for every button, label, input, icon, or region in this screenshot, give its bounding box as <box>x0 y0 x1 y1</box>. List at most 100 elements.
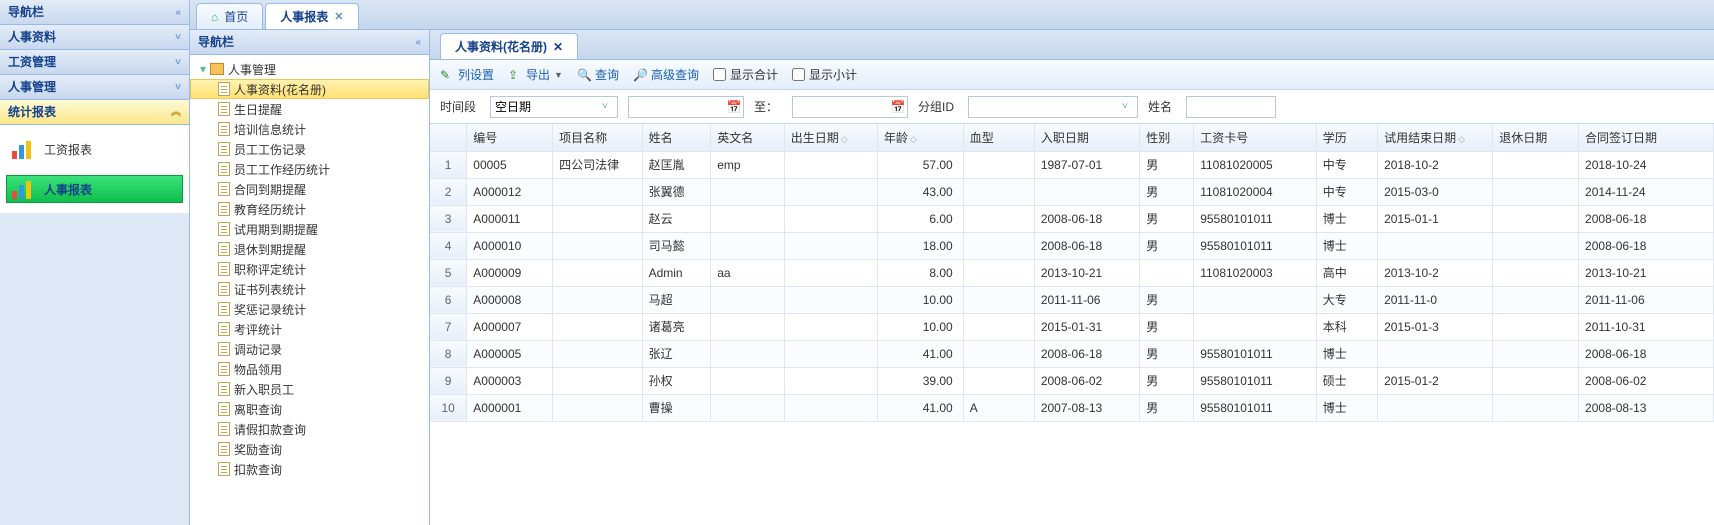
date-to-field[interactable]: 📅 <box>792 96 908 118</box>
tree-item[interactable]: 职称评定统计 <box>190 259 429 279</box>
column-header[interactable]: 项目名称 <box>553 124 643 151</box>
accordion-section[interactable]: 统计报表 <box>0 100 189 125</box>
tree-item[interactable]: 奖励查询 <box>190 439 429 459</box>
expander-icon[interactable]: ▾ <box>198 62 208 76</box>
table-row[interactable]: 6A000008马超10.002011-11-06男大专2011-11-0201… <box>430 286 1714 313</box>
column-header[interactable]: 退休日期 <box>1493 124 1579 151</box>
date-to-input[interactable] <box>793 97 889 117</box>
table-row[interactable]: 7A000007诸葛亮10.002015-01-31男本科2015-01-320… <box>430 313 1714 340</box>
report-item[interactable]: 工资报表 <box>6 135 183 163</box>
group-id-input[interactable] <box>973 97 1119 117</box>
collapse-sidebar-icon[interactable] <box>175 0 181 25</box>
show-total-input[interactable] <box>713 68 726 81</box>
tree-panel-header[interactable]: 导航栏 <box>190 30 429 55</box>
accordion-section[interactable]: 人事管理 <box>0 75 189 100</box>
data-grid[interactable]: 编号项目名称姓名英文名出生日期◇年龄◇血型入职日期性别工资卡号学历试用结束日期◇… <box>430 124 1714 525</box>
date-type-combo[interactable]: ˅ <box>490 96 618 118</box>
tree-item[interactable]: 物品领用 <box>190 359 429 379</box>
tree-item[interactable]: 奖惩记录统计 <box>190 299 429 319</box>
column-header[interactable]: 入职日期 <box>1034 124 1139 151</box>
close-icon[interactable]: ✕ <box>553 40 563 54</box>
accordion-section[interactable]: 工资管理 <box>0 50 189 75</box>
close-icon[interactable]: ✕ <box>334 10 343 23</box>
show-subtotal-checkbox[interactable]: 显示小计 <box>792 66 857 83</box>
tree-item[interactable]: 合同到期提醒 <box>190 179 429 199</box>
tree-item[interactable]: 请假扣款查询 <box>190 419 429 439</box>
report-item[interactable]: 人事报表 <box>6 175 183 203</box>
date-from-input[interactable] <box>629 97 725 117</box>
column-header[interactable]: 合同签订日期 <box>1579 124 1714 151</box>
tree-item[interactable]: 员工工伤记录 <box>190 139 429 159</box>
tree-item[interactable]: 培训信息统计 <box>190 119 429 139</box>
date-type-input[interactable] <box>495 97 599 117</box>
table-row[interactable]: 8A000005张辽41.002008-06-18男95580101011博士2… <box>430 340 1714 367</box>
tree-item[interactable]: 试用期到期提醒 <box>190 219 429 239</box>
cell <box>1034 178 1139 205</box>
column-header[interactable]: 编号 <box>467 124 553 151</box>
cell: 张辽 <box>642 340 711 367</box>
column-header[interactable]: 试用结束日期◇ <box>1378 124 1493 151</box>
group-id-combo[interactable]: ˅ <box>968 96 1138 118</box>
tree-item[interactable]: 退休到期提醒 <box>190 239 429 259</box>
tree-item[interactable]: 离职查询 <box>190 399 429 419</box>
row-number-cell: 10 <box>430 394 467 421</box>
column-settings-button[interactable]: ✎ 列设置 <box>440 66 494 83</box>
tree-item[interactable]: 生日提醒 <box>190 99 429 119</box>
sort-icon[interactable]: ◇ <box>1458 134 1465 144</box>
table-row[interactable]: 9A000003孙权39.002008-06-02男95580101011硕士2… <box>430 367 1714 394</box>
column-header[interactable]: 出生日期◇ <box>784 124 877 151</box>
name-field[interactable] <box>1186 96 1276 118</box>
search-button[interactable]: 🔍 查询 <box>577 66 619 83</box>
tree-item-label: 员工工作经历统计 <box>234 161 330 178</box>
tree-item[interactable]: 扣款查询 <box>190 459 429 479</box>
column-header[interactable]: 血型 <box>963 124 1034 151</box>
sort-icon[interactable]: ◇ <box>841 134 848 144</box>
chevron-down-icon[interactable]: ˅ <box>1119 101 1131 112</box>
column-header[interactable]: 工资卡号 <box>1194 124 1317 151</box>
tree-item[interactable]: 调动记录 <box>190 339 429 359</box>
cell <box>1493 313 1579 340</box>
sidebar-title-bar[interactable]: 导航栏 <box>0 0 189 25</box>
sub-tab-active[interactable]: 人事资料(花名册) ✕ <box>440 33 578 59</box>
tree-item[interactable]: 人事资料(花名册) <box>190 79 429 99</box>
table-row[interactable]: 10A000001曹操41.00A2007-08-13男95580101011博… <box>430 394 1714 421</box>
table-row[interactable]: 100005四公司法律赵匡胤emp57.001987-07-01男1108102… <box>430 151 1714 178</box>
tree-item[interactable]: 员工工作经历统计 <box>190 159 429 179</box>
column-header[interactable]: 学历 <box>1316 124 1377 151</box>
chevron-icon[interactable] <box>171 100 181 125</box>
column-header[interactable]: 性别 <box>1140 124 1194 151</box>
table-row[interactable]: 4A000010司马懿18.002008-06-18男95580101011博士… <box>430 232 1714 259</box>
accordion-section[interactable]: 人事资料 <box>0 25 189 50</box>
show-total-checkbox[interactable]: 显示合计 <box>713 66 778 83</box>
dropdown-icon[interactable]: ▼ <box>554 70 563 80</box>
home-icon: ⌂ <box>211 10 218 24</box>
calendar-icon[interactable]: 📅 <box>889 100 907 114</box>
table-row[interactable]: 2A000012张翼德43.00男11081020004中专2015-03-02… <box>430 178 1714 205</box>
chevron-icon[interactable] <box>175 50 181 75</box>
collapse-tree-icon[interactable] <box>415 30 421 54</box>
tree-item[interactable]: 证书列表统计 <box>190 279 429 299</box>
chevron-icon[interactable] <box>175 25 181 50</box>
table-row[interactable]: 5A000009Adminaa8.002013-10-2111081020003… <box>430 259 1714 286</box>
export-button[interactable]: ⇪ 导出 ▼ <box>508 66 563 83</box>
sort-icon[interactable]: ◇ <box>910 134 917 144</box>
tree-item[interactable]: 新入职员工 <box>190 379 429 399</box>
calendar-icon[interactable]: 📅 <box>725 100 743 114</box>
main-tab[interactable]: ⌂首页 <box>196 3 263 29</box>
name-input[interactable] <box>1191 97 1273 117</box>
cell <box>711 232 785 259</box>
column-header[interactable]: 英文名 <box>711 124 785 151</box>
advanced-search-button[interactable]: 🔎 高级查询 <box>633 66 699 83</box>
chevron-icon[interactable] <box>175 75 181 100</box>
tree-root[interactable]: ▾ 人事管理 <box>190 59 429 79</box>
main-tab[interactable]: 人事报表✕ <box>265 3 358 29</box>
chevron-down-icon[interactable]: ˅ <box>599 101 611 112</box>
table-row[interactable]: 3A000011赵云6.002008-06-18男95580101011博士20… <box>430 205 1714 232</box>
tree-item[interactable]: 教育经历统计 <box>190 199 429 219</box>
show-subtotal-input[interactable] <box>792 68 805 81</box>
date-from-field[interactable]: 📅 <box>628 96 744 118</box>
column-header[interactable]: 年龄◇ <box>877 124 963 151</box>
column-header[interactable]: 姓名 <box>642 124 711 151</box>
cell: 10.00 <box>877 286 963 313</box>
tree-item[interactable]: 考评统计 <box>190 319 429 339</box>
